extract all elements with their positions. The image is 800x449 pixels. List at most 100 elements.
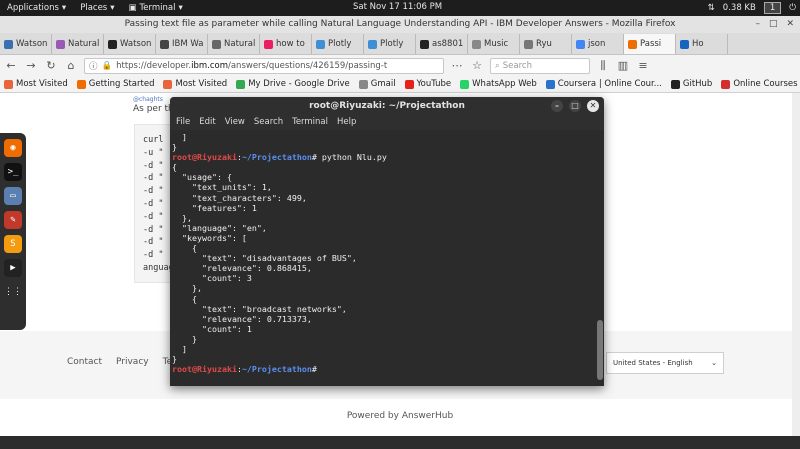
bookmark-item[interactable]: Most Visited bbox=[163, 79, 227, 89]
info-icon[interactable]: ⓘ bbox=[89, 60, 98, 72]
terminal-menu-terminal[interactable]: Terminal bbox=[292, 115, 328, 130]
page-scrollbar[interactable] bbox=[792, 93, 800, 436]
editor-icon[interactable]: ✎ bbox=[4, 211, 22, 229]
terminal-scrollbar[interactable] bbox=[596, 130, 604, 386]
tab-label: Plotly bbox=[380, 39, 404, 49]
bookmark-label: My Drive - Google Drive bbox=[248, 79, 350, 89]
terminal-line: "usage": { bbox=[172, 172, 594, 182]
power-icon[interactable]: ⏻ bbox=[789, 3, 796, 13]
terminal-line: } bbox=[172, 334, 594, 344]
tab-favicon-icon bbox=[420, 39, 429, 49]
tab-label: Watson bbox=[120, 39, 152, 49]
locale-select[interactable]: United States - English ⌄ bbox=[606, 352, 724, 374]
tab-1[interactable]: Natural bbox=[52, 34, 104, 54]
output-text: "text_characters": 499, bbox=[172, 192, 307, 203]
terminal-menu-help[interactable]: Help bbox=[337, 115, 356, 130]
bookmark-item[interactable]: My Drive - Google Drive bbox=[236, 79, 350, 89]
app-dock: ◉ >_ ▭ ✎ S ▶ ⋮⋮ bbox=[0, 133, 26, 330]
workspace-indicator[interactable]: 1 bbox=[763, 2, 782, 14]
tab-11[interactable]: json bbox=[572, 34, 624, 54]
library-icon[interactable]: ⫼ bbox=[596, 59, 610, 73]
bookmark-favicon-icon bbox=[670, 79, 680, 89]
bookmark-item[interactable]: YouTube bbox=[404, 79, 451, 89]
tab-2[interactable]: Watson bbox=[104, 34, 156, 54]
tab-3[interactable]: IBM Wa bbox=[156, 34, 208, 54]
close-icon[interactable]: ✕ bbox=[786, 19, 794, 30]
output-text: "count": 3 bbox=[172, 273, 252, 284]
maximize-icon[interactable]: □ bbox=[769, 19, 778, 30]
firefox-icon[interactable]: ◉ bbox=[4, 139, 22, 157]
output-text: ] bbox=[172, 343, 187, 354]
tab-4[interactable]: Natural bbox=[208, 34, 260, 54]
bookmark-item[interactable]: Most Visited bbox=[4, 79, 68, 89]
bookmark-item[interactable]: Getting Started bbox=[76, 79, 155, 89]
tab-9[interactable]: Music bbox=[468, 34, 520, 54]
terminal-line: { bbox=[172, 162, 594, 172]
tab-8[interactable]: as8801 bbox=[416, 34, 468, 54]
bookmark-item[interactable]: GitHub bbox=[670, 79, 712, 89]
bookmark-star-icon[interactable]: ☆ bbox=[470, 59, 484, 72]
bookmark-label: Getting Started bbox=[88, 79, 155, 89]
navigation-bar: ← → ↻ ⌂ ⓘ 🔒 https://developer.ibm.com/an… bbox=[0, 55, 800, 76]
output-text: "text": "broadcast networks", bbox=[172, 303, 347, 314]
url-bar[interactable]: ⓘ 🔒 https://developer.ibm.com/answers/qu… bbox=[84, 57, 444, 74]
author-link[interactable]: @chaghts bbox=[133, 96, 163, 103]
search-input[interactable]: ⌕ Search bbox=[490, 57, 590, 74]
terminal-line: } bbox=[172, 354, 594, 364]
minimize-icon[interactable]: – bbox=[551, 100, 563, 112]
tab-13[interactable]: Ho bbox=[676, 34, 728, 54]
tab-6[interactable]: Plotly bbox=[312, 34, 364, 54]
terminal-line: }, bbox=[172, 213, 594, 223]
bookmark-item[interactable]: Gmail bbox=[358, 79, 396, 89]
grid-icon[interactable]: ⋮⋮ bbox=[4, 283, 22, 301]
search-placeholder: Search bbox=[502, 60, 532, 71]
tab-favicon-icon bbox=[628, 39, 637, 49]
sidebar-icon[interactable]: ▥ bbox=[616, 59, 630, 72]
forward-icon[interactable]: → bbox=[24, 59, 38, 72]
terminal-menu-search[interactable]: Search bbox=[254, 115, 283, 130]
reload-icon[interactable]: ↻ bbox=[44, 59, 58, 72]
tab-0[interactable]: Watson bbox=[0, 34, 52, 54]
page-actions-icon[interactable]: ⋯ bbox=[450, 59, 464, 72]
places-menu[interactable]: Places ▾ bbox=[73, 3, 121, 13]
footer-link[interactable]: Privacy bbox=[116, 357, 149, 367]
clock[interactable]: Sat Nov 17 11:06 PM bbox=[353, 2, 442, 12]
applications-menu[interactable]: Applications ▾ bbox=[0, 3, 73, 13]
terminal-icon[interactable]: >_ bbox=[4, 163, 22, 181]
active-app-menu[interactable]: ▣ Terminal ▾ bbox=[122, 3, 190, 13]
tab-5[interactable]: how to bbox=[260, 34, 312, 54]
chevron-down-icon: ▾ bbox=[110, 3, 115, 13]
prompt-path: ~/Projectathon bbox=[241, 152, 312, 163]
minimize-icon[interactable]: – bbox=[755, 19, 760, 30]
chevron-down-icon: ⌄ bbox=[711, 359, 717, 367]
menu-icon[interactable]: ≡ bbox=[636, 59, 650, 72]
terminal-output[interactable]: ]} root@Riyuzaki:~/Projectathon# python N… bbox=[170, 130, 596, 386]
sublime-icon[interactable]: S bbox=[4, 235, 22, 253]
terminal-menu-file[interactable]: File bbox=[176, 115, 190, 130]
maximize-icon[interactable]: □ bbox=[569, 100, 581, 112]
terminal-line: }, bbox=[172, 283, 594, 293]
bookmark-item[interactable]: Coursera | Online Cour... bbox=[545, 79, 662, 89]
tab-10[interactable]: Ryu bbox=[520, 34, 572, 54]
bookmark-item[interactable]: WhatsApp Web bbox=[460, 79, 537, 89]
terminal-menu-edit[interactable]: Edit bbox=[199, 115, 215, 130]
bookmark-item[interactable]: Online Courses - Anyti... bbox=[721, 79, 800, 89]
window-title: Passing text file as parameter while cal… bbox=[124, 19, 676, 29]
terminal-menu-view[interactable]: View bbox=[225, 115, 245, 130]
bookmark-favicon-icon bbox=[4, 79, 13, 89]
scroll-thumb[interactable] bbox=[597, 320, 603, 380]
output-text: } bbox=[172, 354, 177, 365]
tab-7[interactable]: Plotly bbox=[364, 34, 416, 54]
terminal-window[interactable]: root@Riyuzaki: ~/Projectathon – □ ✕ File… bbox=[170, 97, 604, 386]
close-icon[interactable]: ✕ bbox=[587, 100, 599, 112]
video-icon[interactable]: ▶ bbox=[4, 259, 22, 277]
home-icon[interactable]: ⌂ bbox=[64, 59, 78, 72]
output-text: "features": 1 bbox=[172, 202, 257, 213]
footer-link[interactable]: Contact bbox=[67, 357, 102, 367]
terminal-title-bar[interactable]: root@Riyuzaki: ~/Projectathon – □ ✕ bbox=[170, 97, 604, 115]
terminal-line: "text": "broadcast networks", bbox=[172, 304, 594, 314]
files-icon[interactable]: ▭ bbox=[4, 187, 22, 205]
output-text: { bbox=[172, 243, 197, 254]
tab-12[interactable]: Passi bbox=[624, 34, 676, 54]
back-icon[interactable]: ← bbox=[4, 59, 18, 72]
